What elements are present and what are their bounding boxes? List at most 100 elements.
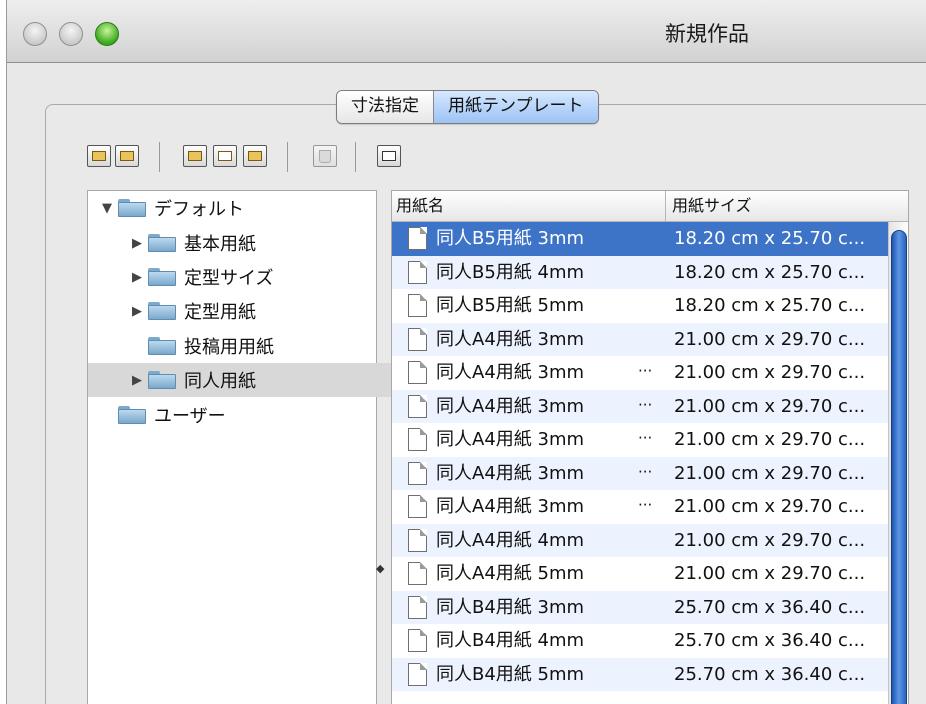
folder-icon [118, 406, 146, 424]
document-icon [408, 461, 427, 485]
toolbar-divider [355, 142, 356, 172]
paper-name-cell: 同人B4用紙 5mm [436, 663, 585, 685]
new-folder-icon[interactable] [243, 145, 267, 167]
paper-name-cell: 同人B4用紙 4mm [436, 630, 585, 651]
scrollbar-thumb[interactable] [891, 230, 907, 704]
table-row[interactable]: 同人B5用紙 3mm 18.20 cm x 25.70 c... [392, 222, 888, 256]
paper-size-cell: 25.70 cm x 36.40 c... [674, 663, 866, 685]
folder-tree[interactable]: ▼ デフォルト ▶ 基本用紙 ▶ 定型サイズ ▶ 定型用紙 投稿用用紙 ▶ 同人… [87, 190, 418, 704]
table-row[interactable]: 同人A4用紙 3mm 21.00 cm x 29.70 c... [392, 322, 888, 356]
table-row[interactable]: 同人B4用紙 5mm 25.70 cm x 36.40 c... [392, 657, 888, 691]
folder-icon [148, 302, 176, 320]
paper-name-cell: 同人B5用紙 3mm [436, 228, 585, 249]
title-bar: 新規作品 [7, 0, 926, 63]
split-view-handle-icon[interactable]: ◆ [376, 562, 384, 575]
document-icon [408, 662, 427, 686]
disclosure-closed-icon[interactable]: ▶ [130, 270, 144, 285]
column-header-paper-name[interactable]: 用紙名 [396, 191, 444, 221]
close-button[interactable] [23, 22, 47, 46]
document-icon [408, 495, 427, 518]
folder-icon [118, 199, 146, 217]
tree-item-standard-paper[interactable]: ▶ 定型用紙 [88, 294, 418, 328]
document-icon [408, 562, 427, 585]
tree-item-doujin-paper[interactable]: ▶ 同人用紙 [88, 363, 418, 397]
table-row[interactable]: 同人A4用紙 5mm 21.00 cm x 29.70 c... [392, 557, 888, 591]
paper-name-cell: 同人A4用紙 3mm [436, 362, 585, 383]
paper-size-cell: 21.00 cm x 29.70 c... [674, 429, 866, 450]
document-icon [408, 595, 427, 619]
table-row[interactable]: 同人A4用紙 3mm ··· 21.00 cm x 29.70 c... [392, 356, 888, 390]
table-row[interactable]: 同人A4用紙 3mm ··· 21.00 cm x 29.70 c... [392, 490, 888, 524]
paper-template-table[interactable]: 用紙名 用紙サイズ 同人B5用紙 3mm 18.20 cm x 25.70 c..… [391, 190, 909, 704]
disclosure-closed-icon[interactable]: ▶ [130, 236, 144, 251]
table-row[interactable]: 同人B4用紙 3mm 25.70 cm x 36.40 c... [392, 590, 888, 624]
ellipsis-cell: ··· [638, 362, 653, 380]
tree-item-label: ユーザー [154, 406, 226, 427]
table-row[interactable]: 同人A4用紙 3mm ··· 21.00 cm x 29.70 c... [392, 456, 888, 490]
document-icon [408, 629, 427, 652]
tab-paper-template[interactable]: 用紙テンプレート [434, 91, 598, 123]
paper-name-cell: 同人A4用紙 5mm [436, 563, 585, 584]
paper-name-cell: 同人A4用紙 4mm [436, 529, 585, 551]
table-row[interactable]: 同人A4用紙 4mm 21.00 cm x 29.70 c... [392, 523, 888, 557]
paper-size-cell: 21.00 cm x 29.70 c... [674, 462, 866, 484]
tree-item-default[interactable]: ▼ デフォルト [88, 191, 388, 225]
paper-size-cell: 18.20 cm x 25.70 c... [674, 261, 866, 283]
folder-up-icon[interactable] [87, 145, 111, 167]
paper-size-cell: 18.20 cm x 25.70 c... [674, 295, 866, 316]
tree-item-basic-paper[interactable]: ▶ 基本用紙 [88, 226, 418, 260]
paper-size-cell: 18.20 cm x 25.70 c... [674, 228, 866, 249]
tree-item-label: 定型用紙 [184, 302, 256, 323]
panel-icon[interactable] [377, 145, 401, 167]
paper-size-cell: 21.00 cm x 29.70 c... [674, 328, 866, 350]
document-icon [408, 294, 427, 317]
tree-item-label: 投稿用用紙 [184, 337, 274, 358]
paper-name-cell: 同人B5用紙 4mm [436, 261, 585, 283]
minimize-button[interactable] [59, 22, 83, 46]
tree-item-label: デフォルト [154, 199, 244, 220]
ellipsis-cell: ··· [638, 462, 653, 481]
column-header-paper-size[interactable]: 用紙サイズ [672, 191, 752, 221]
vertical-scrollbar[interactable] [888, 222, 908, 704]
tab-dimension-spec[interactable]: 寸法指定 [337, 91, 434, 123]
folder-icon [148, 234, 176, 252]
folder-icon [148, 371, 176, 389]
new-work-window: 新規作品 寸法指定 用紙テンプレート ▼ デフォルト ▶ 基本用紙 ▶ 定型サイ… [6, 0, 926, 704]
paper-size-cell: 21.00 cm x 29.70 c... [674, 529, 866, 551]
table-row[interactable]: 同人A4用紙 3mm ··· 21.00 cm x 29.70 c... [392, 423, 888, 457]
trash-icon[interactable] [313, 145, 337, 167]
paper-name-cell: 同人A4用紙 3mm [436, 395, 585, 417]
document-icon [408, 327, 427, 351]
document-icon [408, 260, 427, 284]
new-item-icon[interactable] [213, 145, 237, 167]
folder-down-icon[interactable] [115, 145, 139, 167]
paper-size-cell: 21.00 cm x 29.70 c... [674, 496, 866, 517]
paper-size-cell: 25.70 cm x 36.40 c... [674, 596, 866, 618]
table-header: 用紙名 用紙サイズ [392, 191, 908, 222]
table-row[interactable]: 同人B4用紙 4mm 25.70 cm x 36.40 c... [392, 624, 888, 658]
disclosure-open-icon[interactable]: ▼ [100, 201, 114, 216]
table-body: 同人B5用紙 3mm 18.20 cm x 25.70 c... 同人B5用紙 4m… [392, 222, 908, 691]
column-divider[interactable] [665, 191, 666, 221]
document-icon [408, 428, 427, 451]
paper-size-cell: 21.00 cm x 29.70 c... [674, 563, 866, 584]
tree-item-user[interactable]: ユーザー [88, 398, 406, 432]
disclosure-closed-icon[interactable]: ▶ [130, 373, 144, 388]
ellipsis-cell: ··· [638, 496, 653, 514]
toolbar-divider [287, 142, 288, 172]
document-icon [408, 394, 427, 418]
tab-segmented-control: 寸法指定 用紙テンプレート [336, 90, 599, 124]
folder-icon [148, 337, 176, 355]
tree-item-submission-paper[interactable]: 投稿用用紙 [88, 329, 436, 363]
tree-item-label: 定型サイズ [184, 268, 274, 289]
table-row[interactable]: 同人A4用紙 3mm ··· 21.00 cm x 29.70 c... [392, 389, 888, 423]
table-row[interactable]: 同人B5用紙 4mm 18.20 cm x 25.70 c... [392, 255, 888, 289]
tree-item-label: 同人用紙 [184, 371, 256, 392]
table-row[interactable]: 同人B5用紙 5mm 18.20 cm x 25.70 c... [392, 289, 888, 323]
document-icon [408, 361, 427, 384]
zoom-button[interactable] [95, 22, 119, 46]
open-folder-icon[interactable] [183, 145, 207, 167]
tree-item-standard-size[interactable]: ▶ 定型サイズ [88, 260, 418, 294]
disclosure-closed-icon[interactable]: ▶ [130, 304, 144, 319]
ellipsis-cell: ··· [638, 429, 653, 447]
